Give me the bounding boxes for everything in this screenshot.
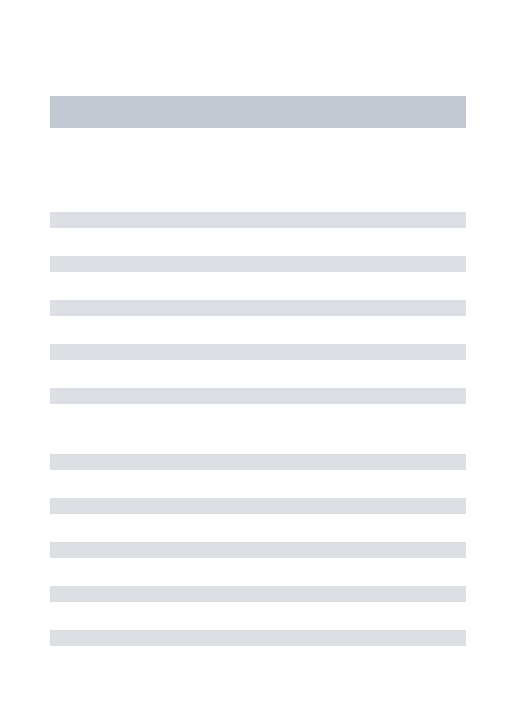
text-line-placeholder [50,344,466,360]
header-placeholder [50,96,466,128]
text-block [50,454,466,646]
text-line-placeholder [50,212,466,228]
text-line-placeholder [50,630,466,646]
text-line-placeholder [50,454,466,470]
text-line-placeholder [50,498,466,514]
text-line-placeholder [50,300,466,316]
text-line-placeholder [50,586,466,602]
text-line-placeholder [50,388,466,404]
text-line-placeholder [50,542,466,558]
text-line-placeholder [50,256,466,272]
text-block [50,212,466,404]
